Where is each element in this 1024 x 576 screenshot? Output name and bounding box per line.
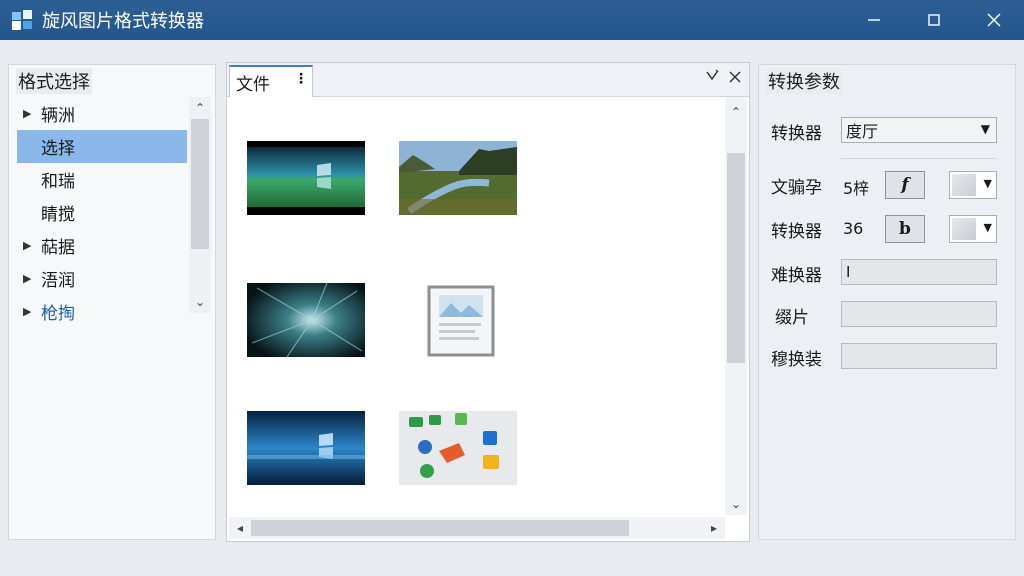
tree-item-selected[interactable]: 选择 (17, 130, 187, 163)
thumbnail-windows-blue[interactable] (247, 411, 365, 485)
converter-label: 转换器 (771, 123, 822, 144)
text-value: 5梓 (843, 179, 870, 198)
scroll-down-icon[interactable]: ⌄ (725, 493, 747, 515)
scroll-left-icon[interactable]: ◂ (229, 517, 251, 539)
maximize-icon (928, 14, 940, 26)
expand-arrow-icon[interactable]: ▶ (23, 272, 41, 285)
converter2-row: 转换器 (771, 215, 839, 243)
conversion-params-panel: 转换器 度厅 ▼ 文骟孕 5梓 f ▼ 转换器 36 b ▼ 难换器 I 缀片 … (758, 64, 1016, 540)
input3-row: 穆换装 (771, 343, 839, 371)
scroll-down-icon[interactable]: ⌄ (189, 291, 211, 313)
format-tree: ▶ 辆洲 选择 和瑞 睛搅 ▶ 萜据 ▶ 浯润 ▶ 枪掏 (17, 97, 187, 328)
color-swatch (952, 218, 976, 240)
image-placeholder-icon[interactable] (417, 279, 497, 359)
scroll-right-icon[interactable]: ▸ (703, 517, 725, 539)
tree-item[interactable]: ▶ 浯润 (17, 262, 187, 295)
input2-label: 缀片 (775, 307, 809, 328)
tab-menu-icon[interactable]: ⋮ (294, 71, 308, 87)
color-dropdown[interactable]: ▼ (949, 215, 997, 243)
title-bar: 旋风图片格式转换器 (0, 0, 1024, 40)
tab-files[interactable]: 文件 ⋮ (229, 65, 313, 97)
minimize-icon (868, 19, 880, 21)
format-selection-panel: ▶ 辆洲 选择 和瑞 睛搅 ▶ 萜据 ▶ 浯润 ▶ 枪掏 ⌃ ⌄ (8, 64, 216, 540)
close-button[interactable] (964, 0, 1024, 40)
dropdown-arrow-icon: ▼ (983, 221, 992, 234)
tree-item-link[interactable]: ▶ 枪掏 (17, 295, 187, 328)
close-icon (987, 13, 1001, 27)
scrollbar-thumb[interactable] (191, 119, 209, 249)
bold-format-button[interactable]: b (885, 215, 925, 243)
input2-row: 缀片 (771, 301, 839, 329)
tab-label: 文件 (236, 74, 270, 95)
app-logo-icon (10, 8, 34, 32)
thumbnail-abstract[interactable] (247, 282, 365, 358)
italic-format-button[interactable]: f (885, 171, 925, 199)
expand-arrow-icon[interactable]: ▶ (23, 239, 41, 252)
window-title: 旋风图片格式转换器 (42, 11, 204, 32)
pin-icon[interactable] (705, 69, 719, 87)
tree-item[interactable]: 睛搅 (17, 196, 187, 229)
text-row: 文骟孕 (771, 171, 839, 199)
input1-field[interactable]: I (841, 259, 997, 285)
thumbnail-colorful-icons[interactable] (399, 411, 517, 485)
input3-field[interactable] (841, 343, 997, 369)
left-scrollbar[interactable]: ⌃ ⌄ (189, 97, 211, 313)
scrollbar-thumb[interactable] (251, 520, 629, 536)
tree-item-label: 枪掏 (41, 304, 75, 324)
converter-value: 度厅 (846, 122, 879, 141)
dropdown-arrow-icon: ▼ (983, 177, 992, 190)
converter-select[interactable]: 度厅 ▼ (841, 117, 997, 143)
minimize-button[interactable] (844, 0, 904, 40)
window-body: ▶ 辆洲 选择 和瑞 睛搅 ▶ 萜据 ▶ 浯润 ▶ 枪掏 ⌃ ⌄ 格式选择 文件… (0, 40, 1024, 576)
input1-label: 难换器 (771, 265, 822, 286)
input2-field[interactable] (841, 301, 997, 327)
tree-item-label: 和瑞 (41, 172, 75, 192)
conversion-params-title: 转换参数 (766, 68, 842, 94)
file-panel: 文件 ⋮ ⌃ ⌄ ◂ ▸ (226, 62, 750, 542)
format-selection-title: 格式选择 (16, 68, 92, 94)
divider (841, 158, 997, 159)
scroll-up-icon[interactable]: ⌃ (189, 97, 211, 119)
maximize-button[interactable] (904, 0, 964, 40)
tree-item-label: 选择 (41, 139, 75, 159)
converter-row: 转换器 (771, 117, 839, 145)
thumbnail-windows-green[interactable] (247, 141, 365, 215)
input1-row: 难换器 (771, 259, 839, 287)
color-dropdown[interactable]: ▼ (949, 171, 997, 199)
input3-label: 穆换装 (771, 349, 822, 370)
tree-item[interactable]: 和瑞 (17, 163, 187, 196)
color-swatch (952, 174, 976, 196)
text-label: 文骟孕 (771, 177, 822, 198)
scroll-up-icon[interactable]: ⌃ (725, 101, 747, 123)
expand-arrow-icon[interactable]: ▶ (23, 305, 41, 318)
close-tab-icon[interactable] (729, 69, 741, 87)
thumbnail-landscape[interactable] (399, 141, 517, 215)
converter2-value: 36 (843, 219, 864, 238)
file-vertical-scrollbar[interactable]: ⌃ ⌄ (725, 97, 747, 515)
expand-arrow-icon[interactable]: ▶ (23, 107, 41, 120)
dropdown-arrow-icon: ▼ (980, 122, 990, 136)
tree-item-label: 辆洲 (41, 106, 75, 126)
scrollbar-thumb[interactable] (727, 153, 745, 363)
converter2-label: 转换器 (771, 221, 822, 242)
tree-item[interactable]: ▶ 萜据 (17, 229, 187, 262)
tree-item-label: 浯润 (41, 271, 75, 291)
tree-item[interactable]: ▶ 辆洲 (17, 97, 187, 130)
tree-item-label: 萜据 (41, 238, 75, 258)
file-horizontal-scrollbar[interactable]: ◂ ▸ (229, 517, 725, 539)
tab-bar: 文件 ⋮ (227, 63, 749, 97)
tree-item-label: 睛搅 (41, 205, 75, 225)
